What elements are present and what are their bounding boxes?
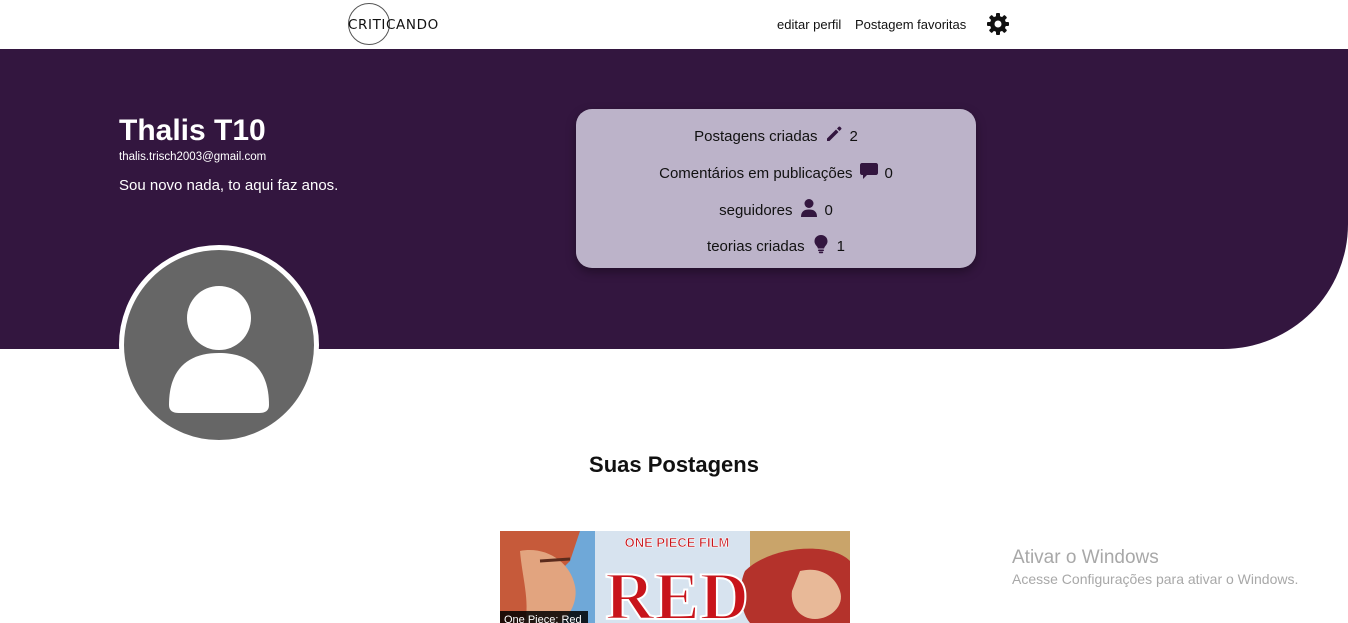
criticando-logo[interactable]: CRITICANDO (346, 3, 446, 45)
stat-label: Postagens criadas (694, 127, 818, 145)
profile-stats-card: Postagens criadas 2 Comentários em publi… (576, 109, 976, 268)
post-card[interactable]: ONE PIECE FILM RED One Piece: Red (500, 531, 850, 623)
lightbulb-icon (811, 234, 831, 258)
stat-followers: seguidores 0 (576, 198, 976, 222)
stat-comments: Comentários em publicações 0 (576, 161, 976, 185)
favorite-posts-link[interactable]: Postagem favoritas (855, 17, 966, 32)
stat-value: 0 (824, 201, 833, 219)
user-icon (799, 198, 819, 222)
profile-email: thalis.trisch2003@gmail.com (119, 151, 267, 163)
pencil-icon (824, 124, 844, 148)
post-caption: One Piece: Red (500, 611, 588, 623)
user-icon (169, 286, 269, 413)
logo-text: CRITICANDO (348, 17, 439, 33)
top-navbar: CRITICANDO editar perfil Postagem favori… (0, 0, 1348, 49)
poster-logo-top: ONE PIECE FILM (625, 535, 730, 550)
gear-icon[interactable] (986, 12, 1010, 36)
comment-icon (859, 161, 879, 185)
watermark-subtitle: Acesse Configurações para ativar o Windo… (1012, 571, 1299, 587)
stat-value: 0 (884, 164, 893, 182)
profile-bio: Sou novo nada, to aqui faz anos. (119, 177, 339, 194)
stat-label: seguidores (719, 201, 793, 219)
stat-posts-created: Postagens criadas 2 (576, 124, 976, 148)
edit-profile-link[interactable]: editar perfil (777, 17, 841, 32)
post-thumbnail-image: ONE PIECE FILM RED (500, 531, 850, 623)
stat-label: Comentários em publicações (659, 164, 853, 182)
watermark-title: Ativar o Windows (1012, 547, 1159, 568)
your-posts-heading: Suas Postagens (589, 452, 759, 477)
poster-logo-main: RED (605, 558, 749, 623)
stat-theories: teorias criadas 1 (576, 234, 976, 258)
windows-activation-watermark: Ativar o Windows Acesse Configurações pa… (1012, 547, 1298, 587)
stat-value: 1 (836, 237, 845, 255)
stat-label: teorias criadas (707, 237, 805, 255)
profile-name: Thalis T10 (119, 114, 266, 147)
avatar[interactable] (119, 245, 319, 445)
stat-value: 2 (849, 127, 858, 145)
